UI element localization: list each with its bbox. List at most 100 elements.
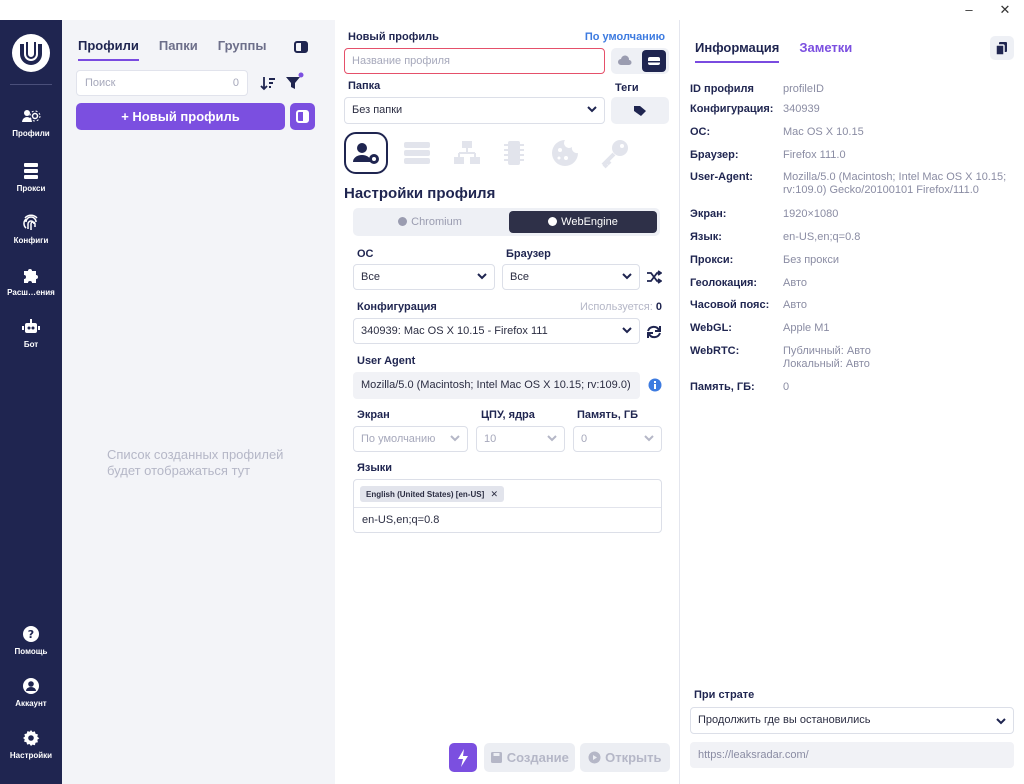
proxy-tab-icon[interactable] [403, 140, 431, 166]
info-value: 1920×1080 [783, 208, 839, 220]
engine-webengine[interactable]: WebEngine [509, 211, 657, 233]
config-usage: Используется: 0 [580, 301, 662, 313]
minimize-button[interactable]: – [960, 2, 978, 18]
browser-value: Все [510, 271, 529, 283]
key-tab-icon[interactable] [599, 137, 631, 169]
language-chip: English (United States) [en-US] ✕ [360, 486, 505, 502]
chevron-down-icon [547, 435, 557, 442]
startup-value: Продолжить где вы остановились [698, 714, 871, 726]
info-key: WebGL: [690, 322, 732, 334]
cpu-select[interactable]: 10 [476, 426, 565, 452]
user-agent-field[interactable]: Mozilla/5.0 (Macintosh; Intel Mac OS X 1… [353, 372, 640, 399]
folder-label: Папка [348, 80, 381, 92]
profile-name-field[interactable]: Название профиля [344, 48, 605, 74]
open-button[interactable]: Открыть [580, 743, 670, 772]
info-value: Mozilla/5.0 (Macintosh; Intel Mac OS X 1… [783, 171, 1007, 196]
refresh-icon[interactable] [646, 324, 662, 340]
config-select[interactable]: 340939: Mac OS X 10.15 - Firefox 111 [353, 318, 640, 344]
play-icon [588, 751, 601, 764]
info-value: Firefox 111.0 [783, 149, 846, 161]
new-profile-button[interactable]: + Новый профиль [76, 103, 285, 130]
hardware-tab-icon[interactable] [502, 138, 526, 168]
startup-url-field[interactable]: https://leaksradar.com/ [690, 742, 1014, 768]
sidebar-item-proxy[interactable]: Прокси [0, 161, 62, 193]
svg-text:?: ? [28, 628, 34, 641]
close-button[interactable]: ✕ [996, 2, 1014, 18]
sidebar-item-label: Аккаунт [15, 699, 47, 708]
info-icon[interactable] [648, 378, 662, 392]
info-value: profileID [783, 83, 824, 95]
sidebar-item-label: Конфиги [13, 236, 49, 245]
tab-profiles[interactable]: Профили [78, 38, 139, 61]
quick-launch-button[interactable] [449, 743, 477, 772]
chevron-down-icon [996, 718, 1006, 725]
sidebar-item-configs[interactable]: Конфиги [0, 213, 62, 245]
sidebar-item-bot[interactable]: Бот [0, 317, 62, 349]
tab-notes[interactable]: Заметки [799, 40, 852, 63]
sidebar-item-settings[interactable]: Настройки [0, 728, 62, 760]
info-value: Без прокси [783, 254, 839, 266]
info-value: Авто [783, 277, 807, 289]
cookie-tab-icon[interactable] [550, 138, 580, 168]
toggle-panel-button[interactable] [288, 34, 314, 60]
robot-icon [22, 319, 40, 333]
sidebar-item-extensions[interactable]: Расш…ения [0, 265, 62, 297]
help-icon: ? [23, 626, 39, 642]
tab-folders[interactable]: Папки [159, 38, 198, 61]
sidebar-item-help[interactable]: ? Помощь [0, 624, 62, 656]
folder-select[interactable]: Без папки [344, 97, 605, 124]
screen-label: Экран [357, 409, 390, 421]
chevron-down-icon [622, 273, 632, 280]
sidebar-item-profiles[interactable]: Профили [0, 106, 62, 138]
network-tab-icon[interactable] [453, 140, 481, 166]
os-select[interactable]: Все [353, 264, 495, 290]
cloud-icon[interactable] [618, 55, 632, 67]
engine-chromium[interactable]: Chromium [356, 211, 504, 233]
local-storage-button[interactable] [642, 50, 666, 72]
startup-select[interactable]: Продолжить где вы остановились [690, 707, 1014, 734]
tab-information[interactable]: Информация [695, 40, 780, 63]
sidebar-item-account[interactable]: Аккаунт [0, 676, 62, 708]
filter-button[interactable] [281, 70, 307, 96]
screen-value: По умолчанию [361, 433, 436, 445]
chevron-down-icon [587, 106, 597, 113]
save-icon [491, 752, 503, 763]
search-count: 0 [232, 77, 239, 89]
info-key: Прокси: [690, 254, 734, 266]
puzzle-icon [24, 269, 38, 283]
os-value: Все [361, 271, 380, 283]
search-input[interactable]: Поиск 0 [76, 70, 248, 96]
engine-label: Chromium [411, 216, 462, 228]
logo [12, 34, 50, 72]
browser-select[interactable]: Все [502, 264, 640, 290]
sort-button[interactable] [255, 70, 281, 96]
memory-select[interactable]: 0 [573, 426, 662, 452]
info-key: ID профиля [690, 83, 754, 95]
quick-create-button[interactable] [290, 103, 315, 130]
remove-chip-icon[interactable]: ✕ [490, 489, 498, 499]
title-bar: – ✕ [0, 0, 1024, 20]
engine-label: WebEngine [561, 216, 618, 228]
languages-box: English (United States) [en-US] ✕ en-US,… [353, 479, 662, 533]
screen-select[interactable]: По умолчанию [353, 426, 468, 452]
filter-icon [286, 72, 304, 89]
create-button[interactable]: Создание [484, 743, 575, 772]
shuffle-icon[interactable] [646, 270, 662, 284]
info-key: ОС: [690, 126, 711, 138]
default-link[interactable]: По умолчанию [585, 31, 665, 43]
user-agent-label: User Agent [357, 355, 416, 367]
info-key: Часовой пояс: [690, 299, 770, 311]
languages-input[interactable]: en-US,en;q=0.8 [362, 514, 439, 526]
info-key: Браузер: [690, 149, 739, 161]
tab-general[interactable] [344, 132, 388, 174]
usage-count: 0 [655, 301, 662, 313]
tags-button[interactable] [611, 97, 669, 124]
tab-groups[interactable]: Группы [218, 38, 267, 61]
info-value: Mac OS X 10.15 [783, 126, 864, 138]
info-key: Экран: [690, 208, 727, 220]
copy-button[interactable] [990, 36, 1014, 60]
chevron-down-icon [644, 435, 654, 442]
chevron-down-icon [477, 273, 487, 280]
cpu-label: ЦПУ, ядра [481, 409, 535, 421]
user-settings-icon [353, 143, 379, 164]
